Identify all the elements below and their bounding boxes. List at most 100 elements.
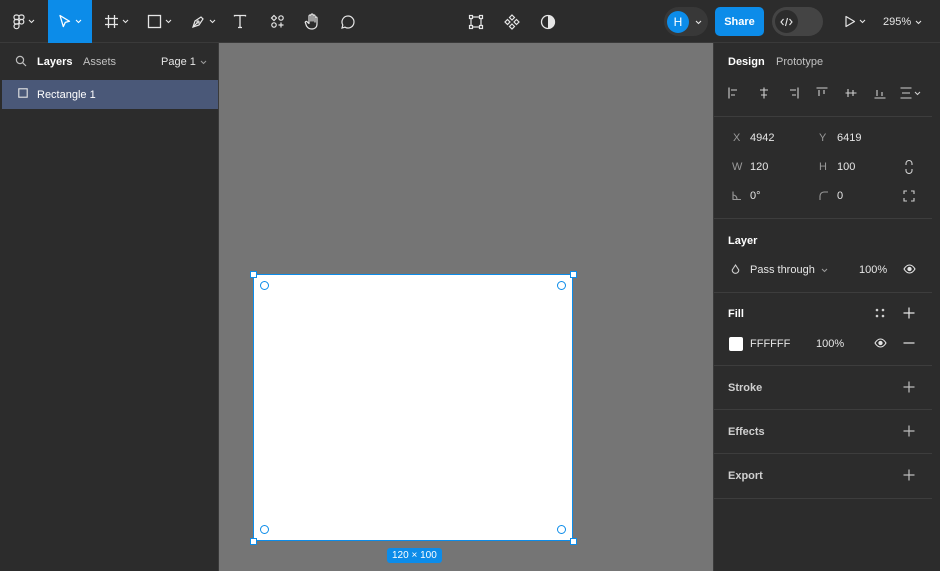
- chevron-down-icon: [200, 56, 207, 68]
- align-right-icon[interactable]: [787, 87, 799, 99]
- blend-mode-dropdown[interactable]: Pass through: [750, 264, 828, 276]
- tab-prototype[interactable]: Prototype: [776, 43, 823, 80]
- y-label: Y: [819, 132, 827, 144]
- page-selector-label: Page 1: [161, 55, 196, 68]
- blend-mode-value: Pass through: [750, 264, 815, 276]
- x-input[interactable]: 4942: [750, 132, 774, 144]
- resources-tool-button[interactable]: [265, 0, 289, 43]
- user-avatar[interactable]: H: [667, 10, 689, 33]
- dimension-badge: 120 × 100: [387, 548, 442, 563]
- w-label: W: [732, 161, 743, 173]
- width-input[interactable]: 120: [750, 161, 768, 173]
- fill-color-swatch[interactable]: [729, 337, 743, 351]
- corner-radius-handle[interactable]: [557, 525, 566, 534]
- toolbar: H Share 295%: [0, 0, 940, 43]
- frame-tool-button[interactable]: [98, 0, 134, 43]
- hand-icon: [304, 13, 320, 30]
- figma-logo-icon: [13, 13, 25, 30]
- align-top-icon[interactable]: [816, 87, 828, 99]
- add-effect-plus-icon[interactable]: [903, 425, 915, 437]
- text-tool-button[interactable]: [228, 0, 252, 43]
- align-left-icon[interactable]: [728, 87, 740, 99]
- corner-radius-handle[interactable]: [557, 281, 566, 290]
- chevron-down-icon: [821, 264, 828, 276]
- eye-icon[interactable]: [903, 264, 916, 274]
- chevron-down-icon: [75, 19, 82, 24]
- resize-handle-top-right[interactable]: [570, 271, 577, 278]
- tab-design[interactable]: Design: [728, 43, 765, 80]
- zoom-dropdown[interactable]: 295%: [883, 0, 922, 43]
- y-input[interactable]: 6419: [837, 132, 861, 144]
- corner-radius-handle[interactable]: [260, 281, 269, 290]
- move-tool-button[interactable]: [48, 0, 92, 43]
- pen-tool-button[interactable]: [185, 0, 221, 43]
- share-button[interactable]: Share: [715, 7, 764, 36]
- divider: [714, 409, 932, 410]
- style-grid-icon[interactable]: [875, 308, 885, 318]
- corner-radius-handle[interactable]: [260, 525, 269, 534]
- pen-icon: [191, 14, 206, 29]
- independent-corners-icon[interactable]: [903, 190, 915, 202]
- add-fill-plus-icon[interactable]: [903, 307, 915, 319]
- add-stroke-plus-icon[interactable]: [903, 381, 915, 393]
- canvas[interactable]: 120 × 100: [219, 43, 713, 571]
- rotation-icon: [732, 191, 741, 200]
- divider: [714, 116, 932, 117]
- chevron-down-icon: [209, 19, 216, 24]
- component-diamond-icon: [504, 13, 520, 30]
- dev-mode-toggle[interactable]: [772, 7, 823, 36]
- divider: [714, 453, 932, 454]
- constrain-proportions-icon[interactable]: [904, 160, 914, 174]
- chevron-down-icon: [28, 19, 35, 24]
- distribute-menu-icon[interactable]: [900, 87, 922, 99]
- resources-grid-icon: [270, 14, 285, 29]
- align-horizontal-center-icon[interactable]: [758, 87, 770, 99]
- effects-section-title: Effects: [728, 426, 765, 438]
- layer-opacity-input[interactable]: 100%: [859, 264, 887, 276]
- left-panel: Layers Assets Page 1 Rectangle 1: [0, 43, 219, 571]
- present-button[interactable]: [840, 0, 870, 43]
- code-brackets-icon: [775, 10, 798, 33]
- page-selector[interactable]: Page 1: [161, 43, 207, 80]
- component-edit-button[interactable]: [464, 0, 488, 43]
- chevron-down-icon: [165, 19, 172, 24]
- multiplayer-avatars[interactable]: H: [664, 7, 708, 36]
- chevron-down-icon: [695, 16, 702, 28]
- shape-tool-button[interactable]: [141, 0, 177, 43]
- align-bottom-icon[interactable]: [874, 87, 886, 99]
- rotation-input[interactable]: 0°: [750, 190, 761, 202]
- resize-handle-bottom-right[interactable]: [570, 538, 577, 545]
- comment-tool-button[interactable]: [336, 0, 360, 43]
- tab-assets[interactable]: Assets: [83, 43, 116, 80]
- vector-edit-icon: [468, 14, 484, 30]
- search-icon[interactable]: [15, 55, 27, 67]
- x-label: X: [733, 132, 741, 144]
- chevron-down-icon: [859, 19, 866, 24]
- hand-tool-button[interactable]: [300, 0, 324, 43]
- align-vertical-center-icon[interactable]: [845, 87, 857, 99]
- chevron-down-icon: [915, 16, 922, 28]
- remove-fill-minus-icon[interactable]: [903, 342, 915, 344]
- resize-handle-top-left[interactable]: [250, 271, 257, 278]
- comment-bubble-icon: [340, 14, 356, 30]
- text-t-icon: [233, 14, 247, 29]
- contrast-circle-icon: [540, 14, 556, 30]
- height-input[interactable]: 100: [837, 161, 855, 173]
- export-section-title: Export: [728, 470, 763, 482]
- main-menu-button[interactable]: [6, 0, 42, 43]
- fill-opacity-input[interactable]: 100%: [816, 338, 844, 350]
- blend-drop-icon: [731, 264, 740, 275]
- fill-hex-input[interactable]: FFFFFF: [750, 338, 790, 350]
- divider: [714, 365, 932, 366]
- add-export-plus-icon[interactable]: [903, 469, 915, 481]
- corner-radius-input[interactable]: 0: [837, 190, 843, 202]
- layer-row-rectangle-1[interactable]: Rectangle 1: [2, 80, 218, 109]
- zoom-value: 295%: [883, 15, 912, 28]
- tab-layers[interactable]: Layers: [37, 43, 72, 80]
- divider: [714, 498, 932, 499]
- eye-icon[interactable]: [874, 338, 887, 348]
- selected-rectangle[interactable]: [253, 274, 573, 541]
- create-component-button[interactable]: [500, 0, 524, 43]
- resize-handle-bottom-left[interactable]: [250, 538, 257, 545]
- mask-button[interactable]: [536, 0, 560, 43]
